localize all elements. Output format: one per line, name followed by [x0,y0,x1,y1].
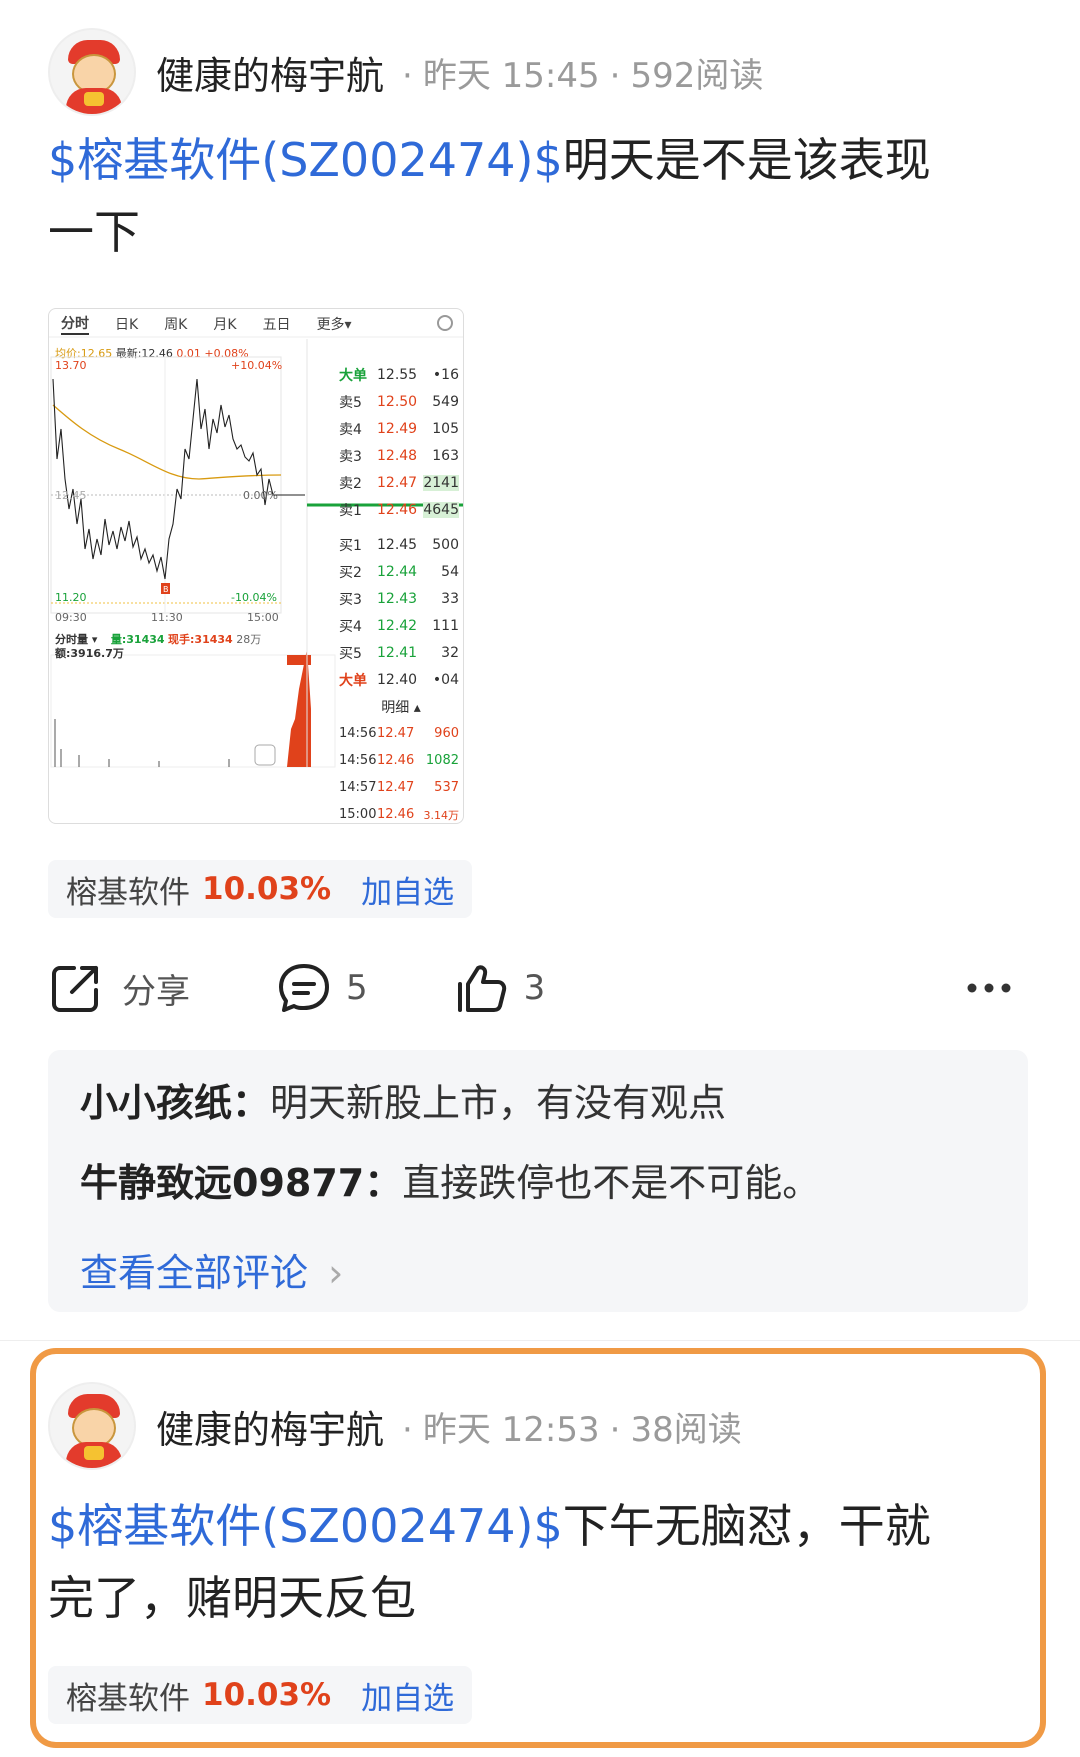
thumbs-up-icon [457,965,506,1012]
stock-chart-image[interactable]: 分时 日K 周K 月K 五日 更多▾ 均价:12.65 最新:12.46 0.0… [48,308,464,824]
stock-tag-name: 榕基软件 [66,874,190,911]
view-all-label: 查看全部评论 [80,1251,309,1295]
ask-row: 卖5 12.50 549 [339,393,459,411]
chevron-right-icon: › [328,1251,344,1295]
stock-link[interactable]: $榕基软件(SZ002474)$ [48,133,563,187]
comment-text: 直接跌停也不是不可能。 [402,1161,821,1205]
stock-tag[interactable]: 榕基软件 10.03% 加自选 [48,860,473,918]
chart-time-end: 15:00 [247,611,279,624]
post-text-line1: 明天是不是该表现 [562,133,931,187]
author-name[interactable]: 健康的梅宇航 [156,45,384,100]
amount-info: 额:3916.7万 [55,647,124,660]
post-reads: 592阅读 [630,55,764,96]
author-avatar[interactable] [48,1382,136,1470]
comment-icon [279,964,329,1012]
stock-tag-pct: 10.03% [202,1677,332,1713]
volume-right: 28万 [236,633,262,646]
tick-row: 14:57 12.47 537 [339,780,459,795]
post-meta: · 昨天 12:53 · 38阅读 [402,1409,742,1450]
big-buy-row: 大单 12.40 •04 [339,671,459,689]
bid-row: 买2 12.44 54 [339,563,459,581]
share-button[interactable]: 分享 [48,960,190,1016]
share-icon [52,966,98,1012]
ask-row: 卖3 12.48 163 [339,447,459,465]
ask-row: 卖4 12.49 105 [339,420,459,438]
more-icon [967,983,1011,993]
like-button[interactable]: 3 [454,960,546,1016]
post-meta: · 昨天 15:45 · 592阅读 [402,55,764,96]
chart-bottom-pct: -10.04% [231,591,277,604]
stock-tag-pct: 10.03% [202,871,332,907]
comment-user[interactable]: 小小孩纸： [80,1081,270,1125]
tick-row: 15:00 12.46 3.14万 [339,807,459,822]
author-name[interactable]: 健康的梅宇航 [156,1399,384,1454]
stock-tag[interactable]: 榕基软件 10.03% 加自选 [48,1666,473,1724]
comment-count: 5 [346,968,368,1008]
bid-row: 买1 12.45 500 [339,536,459,554]
tick-row: 14:56 12.47 960 [339,726,459,741]
bid-row: 买3 12.43 33 [339,590,459,608]
like-count: 3 [523,968,546,1008]
comment-user[interactable]: 牛静致远09877： [80,1161,402,1205]
post1-header: 健康的梅宇航 · 昨天 15:45 · 592阅读 [48,26,763,118]
add-watchlist-button[interactable]: 加自选 [361,1673,454,1718]
post-reads: 38阅读 [630,1409,742,1450]
comments-preview: 小小孩纸：明天新股上市，有没有观点 牛静致远09877：直接跌停也不是不可能。 … [48,1050,1028,1312]
order-book: 大单 12.55 •16 卖5 12.50 549 卖4 12.49 105 卖3 12.48… [339,361,463,823]
post-time: 昨天 15:45 [422,55,600,96]
author-avatar[interactable] [48,28,136,116]
big-sell-row: 大单 12.55 •16 [339,366,459,384]
ask-row: 卖2 12.47 2141 [339,474,459,492]
share-label: 分享 [122,971,190,1012]
add-watchlist-button[interactable]: 加自选 [361,867,454,912]
post-text-line1: 下午无脑怼，干就 [562,1499,931,1553]
comment-item[interactable]: 牛静致远09877：直接跌停也不是不可能。 [80,1152,820,1207]
svg-text:B: B [163,585,169,594]
comment-text: 明天新股上市，有没有观点 [270,1081,727,1125]
bid-row: 买5 12.41 32 [339,644,459,662]
post2-header: 健康的梅宇航 · 昨天 12:53 · 38阅读 [48,1380,742,1472]
bid-row: 买4 12.42 111 [339,617,459,635]
tick-row: 14:56 12.46 1082 [339,753,459,768]
stock-tag-name: 榕基软件 [66,1680,190,1717]
chart-top-pct: +10.04% [231,359,283,372]
more-button[interactable] [966,982,1012,994]
view-all-comments-link[interactable]: 查看全部评论 › [80,1242,343,1297]
post-divider [0,1340,1080,1341]
comment-item[interactable]: 小小孩纸：明天新股上市，有没有观点 [80,1072,726,1127]
chart-mid-price: 12.45 [55,489,87,502]
stock-link[interactable]: $榕基软件(SZ002474)$ [48,1499,563,1553]
post-actions: 分享 5 3 [48,958,1032,1018]
chart-bottom-price: 11.20 [55,591,87,604]
chart-top-price: 13.70 [55,359,87,372]
post-time: 昨天 12:53 [422,1409,600,1450]
post1-text: $榕基软件(SZ002474)$明天是不是该表现 一下 [48,124,1008,268]
post-text-line2: 一下 [48,205,140,259]
post2-text: $榕基软件(SZ002474)$下午无脑怼，干就 完了，赌明天反包 [48,1490,1008,1634]
chart-time-start: 09:30 [55,611,87,624]
chart-mid-pct: 0.00% [243,489,278,502]
chart-time-mid: 11:30 [151,611,183,624]
volume-hand: 现手:31434 [168,633,233,646]
ask-row: 卖1 12.46 4645 [339,501,459,519]
detail-title: 明细 ▴ [381,699,421,716]
comment-button[interactable]: 5 [276,960,368,1016]
post-text-line2: 完了，赌明天反包 [48,1571,416,1625]
